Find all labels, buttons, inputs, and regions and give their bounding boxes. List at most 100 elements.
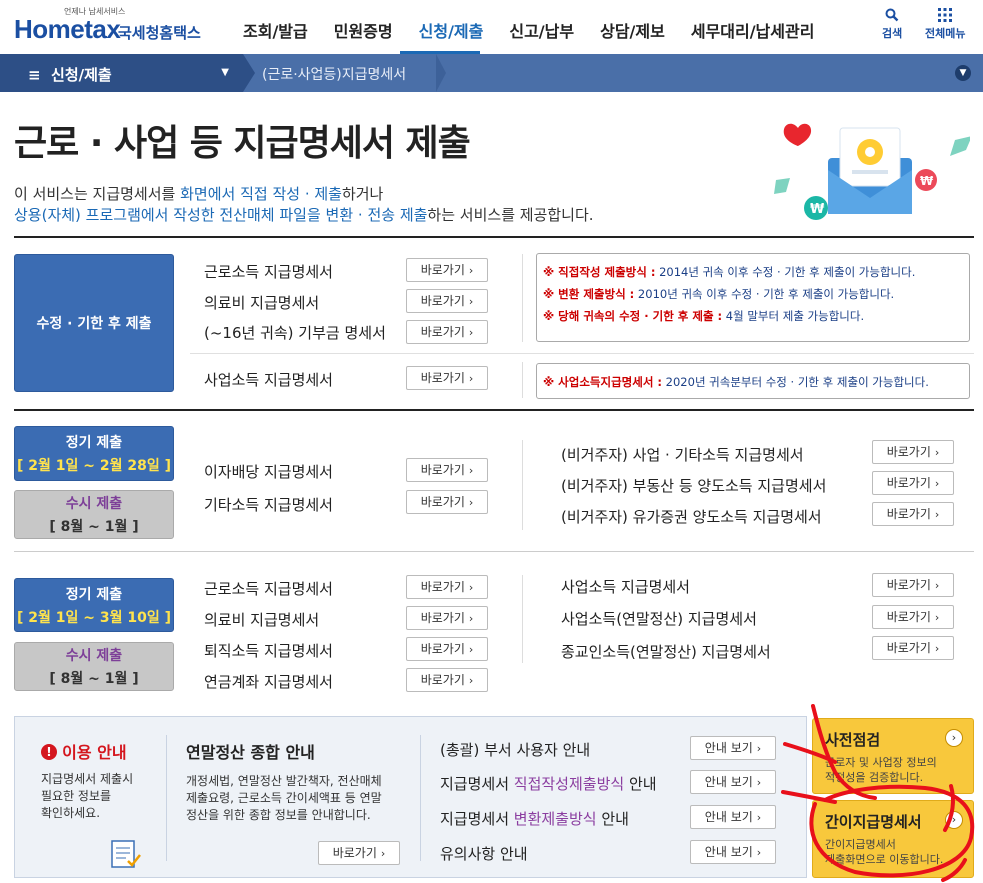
go-button[interactable]: 바로가기 › <box>872 636 954 660</box>
go-button[interactable]: 바로가기 › <box>406 668 488 692</box>
logo-korean: 국세청홈택스 <box>118 24 201 42</box>
main-nav: 조회/발급 민원증명 신청/제출 신고/납부 상담/제보 세무대리/납세관리 <box>230 18 827 42</box>
go-button[interactable]: 바로가기 › <box>318 841 400 865</box>
svg-text:₩: ₩ <box>920 174 934 188</box>
item-nonresident-realestate: (비거주자) 부동산 등 양도소득 지급명세서 <box>561 477 827 495</box>
item-other-income: 기타소득 지급명세서 <box>204 496 333 514</box>
usage-line: 지급명세서 제출시 <box>41 772 134 786</box>
go-label: 바로가기 <box>420 611 465 625</box>
view-label: 안내 보기 <box>704 810 753 824</box>
go-button[interactable]: 바로가기 › <box>406 366 488 390</box>
column-divider <box>420 735 421 861</box>
item-business-income: 사업소득 지급명세서 <box>204 371 333 389</box>
go-button[interactable]: 바로가기 › <box>872 440 954 464</box>
hometax-logo[interactable]: 언제나 납세서비스 Hometax 국세청홈택스 <box>14 6 224 46</box>
guide-general-user: (총괄) 부서 사용자 안내 <box>440 739 590 760</box>
guide-text: 지급명세서 <box>440 775 514 793</box>
go-button[interactable]: 바로가기 › <box>872 471 954 495</box>
chevron-right-icon: › <box>756 811 762 824</box>
view-guide-button[interactable]: 안내 보기 › <box>690 736 776 760</box>
go-label: 바로가기 <box>886 507 931 521</box>
grid-menu-icon <box>925 8 965 25</box>
item-nonresident-business: (비거주자) 사업 · 기타소득 지급명세서 <box>561 446 804 464</box>
search-button[interactable]: 검색 <box>882 8 902 41</box>
go-label: 바로가기 <box>420 371 465 385</box>
notice-label: ※ 변환 제출방식 : <box>543 287 635 301</box>
view-guide-button[interactable]: 안내 보기 › <box>690 770 776 794</box>
chevron-right-icon: › <box>934 508 940 521</box>
chevron-right-icon: › <box>468 464 474 477</box>
section-divider <box>14 551 974 552</box>
yearend-line: 정산을 위한 종합 정보를 안내합니다. <box>186 808 371 822</box>
yearend-line: 개정세법, 연말정산 발간책자, 전산매체 <box>186 774 382 788</box>
block-period: [ 8월 ~ 1월 ] <box>49 519 139 535</box>
section-menu-dropdown[interactable]: ≡ 신청/제출 ▼ <box>0 54 243 92</box>
notice-text: 2010년 귀속 이후 수정 · 기한 후 제출이 가능합니다. <box>634 287 895 301</box>
notice-box: ※ 직접작성 제출방식 : 2014년 귀속 이후 수정 · 기한 후 제출이 … <box>536 253 970 342</box>
breadcrumb-current[interactable]: (근로·사업등)지급명세서 <box>262 64 406 84</box>
usage-line: 필요한 정보를 <box>41 789 112 803</box>
go-label: 바로가기 <box>420 495 465 509</box>
chevron-right-icon: › <box>934 477 940 490</box>
go-button[interactable]: 바로가기 › <box>406 320 488 344</box>
notice-line: ※ 당해 귀속의 수정 · 기한 후 제출 : 4월 말부터 제출 가능합니다. <box>543 305 969 327</box>
search-icon <box>882 8 902 25</box>
item-nonresident-securities: (비거주자) 유가증권 양도소득 지급명세서 <box>561 508 822 526</box>
desc-highlight: 화면에서 직접 작성 · 제출 <box>180 185 342 203</box>
notice-text: 2014년 귀속 이후 수정 · 기한 후 제출이 가능합니다. <box>655 265 916 279</box>
caret-down-icon: ▼ <box>221 67 229 78</box>
nav-application[interactable]: 신청/제출 <box>406 18 497 42</box>
go-label: 바로가기 <box>886 445 931 459</box>
all-menu-label: 전체메뉴 <box>925 27 966 40</box>
guide-highlight: 직접작성제출방식 <box>513 775 625 793</box>
guide-text: 안내 <box>624 775 657 793</box>
view-label: 안내 보기 <box>704 845 753 859</box>
view-label: 안내 보기 <box>704 741 753 755</box>
page-description: 이 서비스는 지급명세서를 화면에서 직접 작성 · 제출하거나 상용(자체) … <box>14 184 594 226</box>
chevron-down-icon[interactable]: ▼ <box>955 65 971 81</box>
nav-tax-agent[interactable]: 세무대리/납세관리 <box>678 18 828 42</box>
guide-highlight: 변환제출방식 <box>513 810 597 828</box>
nav-report-pay[interactable]: 신고/납부 <box>496 18 587 42</box>
go-button[interactable]: 바로가기 › <box>872 502 954 526</box>
item-business-income: 사업소득 지급명세서 <box>561 578 690 596</box>
go-label: 바로가기 <box>420 642 465 656</box>
hamburger-icon: ≡ <box>28 66 52 84</box>
envelope-illustration: ₩ ₩ <box>770 118 972 228</box>
block-period: [ 2월 1일 ~ 2월 28일 ] <box>17 458 171 474</box>
nav-certificate[interactable]: 민원증명 <box>321 18 406 42</box>
go-label: 바로가기 <box>886 610 931 624</box>
document-check-icon <box>110 839 144 873</box>
section-menu-label: 신청/제출 <box>51 66 112 84</box>
nav-inquiry[interactable]: 조회/발급 <box>230 18 321 42</box>
guide-text: (총괄) 부서 사용자 안내 <box>440 741 591 759</box>
all-menu-button[interactable]: 전체메뉴 <box>925 8 965 41</box>
column-divider <box>522 440 523 530</box>
notice-text: 4월 말부터 제출 가능합니다. <box>722 309 865 323</box>
item-earned-income: 근로소득 지급명세서 <box>204 580 333 598</box>
block-period: [ 8월 ~ 1월 ] <box>49 671 139 687</box>
go-button[interactable]: 바로가기 › <box>872 573 954 597</box>
go-button[interactable]: 바로가기 › <box>406 575 488 599</box>
go-button[interactable]: 바로가기 › <box>406 637 488 661</box>
chevron-right-icon: › <box>756 742 762 755</box>
go-button[interactable]: 바로가기 › <box>872 605 954 629</box>
go-button[interactable]: 바로가기 › <box>406 458 488 482</box>
go-button[interactable]: 바로가기 › <box>406 490 488 514</box>
go-button[interactable]: 바로가기 › <box>406 606 488 630</box>
notice-label: ※ 직접작성 제출방식 : <box>543 265 656 279</box>
item-medical-expense: 의료비 지급명세서 <box>204 611 320 629</box>
regular-submission-block: 정기 제출 [ 2월 1일 ~ 2월 28일 ] <box>14 426 174 481</box>
go-button[interactable]: 바로가기 › <box>406 289 488 313</box>
view-guide-button[interactable]: 안내 보기 › <box>690 840 776 864</box>
block-label: 수시 제출 <box>65 648 123 664</box>
item-donation: (~16년 귀속) 기부금 명세서 <box>204 324 386 342</box>
chevron-right-icon: › <box>468 643 474 656</box>
view-guide-button[interactable]: 안내 보기 › <box>690 805 776 829</box>
guide-text: 유의사항 안내 <box>440 845 528 863</box>
go-button[interactable]: 바로가기 › <box>406 258 488 282</box>
guide-precautions: 유의사항 안내 <box>440 843 528 864</box>
view-label: 안내 보기 <box>704 775 753 789</box>
column-divider <box>522 254 523 342</box>
nav-consult[interactable]: 상담/제보 <box>587 18 678 42</box>
